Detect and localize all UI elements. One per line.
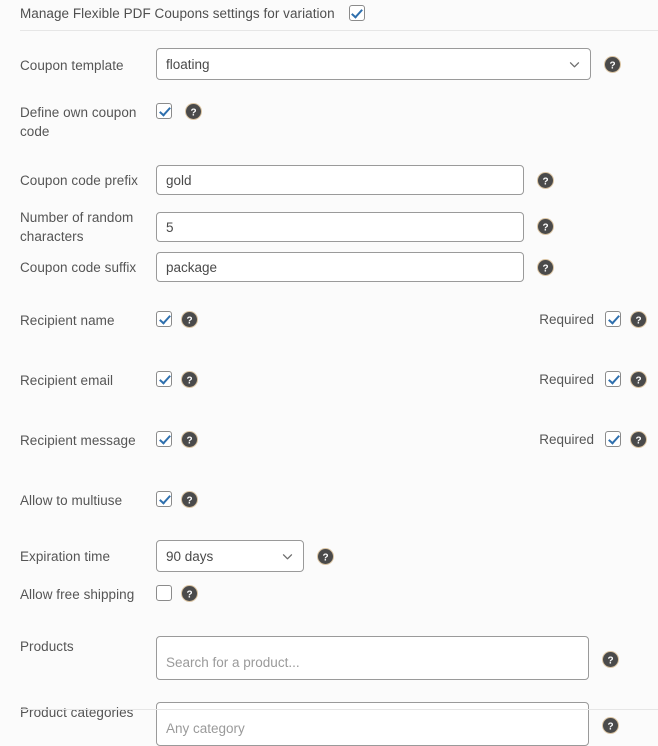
help-icon-number-of-random-characters[interactable]: ? bbox=[538, 219, 553, 234]
row-allow-free-shipping: Allow free shipping ? bbox=[0, 585, 658, 609]
row-coupon-code-prefix: Coupon code prefix ? bbox=[0, 165, 658, 195]
svg-text:?: ? bbox=[635, 375, 641, 386]
label-coupon-code-suffix: Coupon code suffix bbox=[20, 260, 137, 275]
svg-text:?: ? bbox=[322, 552, 328, 563]
svg-text:?: ? bbox=[186, 375, 192, 386]
svg-text:?: ? bbox=[542, 176, 548, 187]
svg-text:?: ? bbox=[186, 495, 192, 506]
variation-coupon-settings-panel: Manage Flexible PDF Coupons settings for… bbox=[0, 0, 658, 746]
label-recipient-name: Recipient name bbox=[20, 313, 115, 328]
allow-to-multiuse-checkbox[interactable] bbox=[156, 491, 172, 507]
row-number-of-random-characters: Number of random characters ? bbox=[0, 206, 658, 246]
help-icon-allow-free-shipping[interactable]: ? bbox=[182, 585, 197, 601]
label-recipient-message: Recipient message bbox=[20, 433, 136, 448]
row-allow-to-multiuse: Allow to multiuse ? bbox=[0, 491, 658, 515]
manage-settings-checkbox[interactable] bbox=[348, 5, 365, 21]
recipient-name-required-checkbox[interactable] bbox=[605, 311, 621, 327]
recipient-email-required-label: Required bbox=[539, 371, 594, 387]
help-icon-recipient-name[interactable]: ? bbox=[182, 311, 197, 327]
label-allow-free-shipping: Allow free shipping bbox=[20, 587, 135, 602]
row-coupon-template: Coupon template floating ? bbox=[0, 48, 658, 80]
coupon-template-select[interactable]: floating bbox=[156, 48, 591, 80]
recipient-email-required-group: Required ? bbox=[539, 371, 646, 387]
help-icon-allow-to-multiuse[interactable]: ? bbox=[182, 491, 197, 507]
label-allow-to-multiuse: Allow to multiuse bbox=[20, 493, 123, 508]
svg-text:?: ? bbox=[190, 107, 196, 118]
manage-settings-row: Manage Flexible PDF Coupons settings for… bbox=[0, 0, 658, 30]
help-icon-recipient-message[interactable]: ? bbox=[182, 431, 197, 447]
recipient-name-checkbox[interactable] bbox=[156, 311, 172, 327]
chevron-down-icon bbox=[281, 550, 294, 563]
svg-text:?: ? bbox=[542, 263, 548, 274]
label-recipient-email: Recipient email bbox=[20, 373, 114, 388]
row-coupon-code-suffix: Coupon code suffix ? bbox=[0, 252, 658, 282]
recipient-message-checkbox[interactable] bbox=[156, 431, 172, 447]
manage-settings-label: Manage Flexible PDF Coupons settings for… bbox=[20, 5, 335, 21]
products-search-input[interactable]: Search for a product... bbox=[156, 636, 589, 680]
footer-divider bbox=[20, 709, 658, 710]
coupon-code-suffix-input[interactable] bbox=[156, 252, 524, 282]
help-icon-coupon-template[interactable]: ? bbox=[605, 56, 620, 72]
row-define-own-coupon-code: Define own coupon code ? bbox=[0, 103, 658, 141]
recipient-message-required-group: Required ? bbox=[539, 431, 646, 447]
settings-rows: Coupon template floating ? Define own co… bbox=[0, 31, 658, 746]
help-icon-coupon-code-prefix[interactable]: ? bbox=[538, 172, 553, 188]
allow-free-shipping-checkbox[interactable] bbox=[156, 585, 172, 601]
svg-text:?: ? bbox=[186, 589, 192, 600]
label-expiration-time: Expiration time bbox=[20, 549, 111, 564]
row-expiration-time: Expiration time 90 days ? bbox=[0, 540, 658, 572]
help-icon-products[interactable]: ? bbox=[603, 652, 618, 667]
row-recipient-name: Recipient name ? Required ? bbox=[0, 311, 658, 335]
label-coupon-template: Coupon template bbox=[20, 58, 124, 73]
recipient-email-required-checkbox[interactable] bbox=[605, 371, 621, 387]
label-products: Products bbox=[20, 639, 74, 654]
help-icon-recipient-name-required[interactable]: ? bbox=[631, 311, 646, 327]
expiration-time-value: 90 days bbox=[166, 548, 214, 564]
svg-text:?: ? bbox=[186, 435, 192, 446]
row-recipient-message: Recipient message ? Required ? bbox=[0, 431, 658, 455]
svg-text:?: ? bbox=[186, 315, 192, 326]
products-placeholder: Search for a product... bbox=[166, 655, 300, 670]
expiration-time-select[interactable]: 90 days bbox=[156, 540, 304, 572]
label-coupon-code-prefix: Coupon code prefix bbox=[20, 173, 138, 188]
help-icon-recipient-email[interactable]: ? bbox=[182, 371, 197, 387]
svg-text:?: ? bbox=[542, 222, 548, 233]
recipient-email-checkbox[interactable] bbox=[156, 371, 172, 387]
row-products: Products Search for a product... ? bbox=[0, 636, 658, 680]
number-of-random-characters-input[interactable] bbox=[156, 212, 524, 242]
recipient-message-required-checkbox[interactable] bbox=[605, 431, 621, 447]
svg-text:?: ? bbox=[607, 655, 613, 666]
coupon-template-value: floating bbox=[166, 56, 210, 72]
label-define-own-coupon-code: Define own coupon code bbox=[20, 105, 137, 139]
help-icon-define-own-coupon-code[interactable]: ? bbox=[186, 103, 201, 119]
recipient-name-required-label: Required bbox=[539, 311, 594, 327]
label-product-categories: Product categories bbox=[20, 705, 134, 720]
recipient-message-required-label: Required bbox=[539, 431, 594, 447]
svg-text:?: ? bbox=[609, 60, 615, 71]
svg-text:?: ? bbox=[635, 435, 641, 446]
help-icon-product-categories[interactable]: ? bbox=[603, 718, 618, 733]
help-icon-recipient-message-required[interactable]: ? bbox=[631, 431, 646, 447]
svg-text:?: ? bbox=[635, 315, 641, 326]
coupon-code-prefix-input[interactable] bbox=[156, 165, 524, 195]
svg-text:?: ? bbox=[607, 721, 613, 732]
help-icon-coupon-code-suffix[interactable]: ? bbox=[538, 259, 553, 275]
help-icon-expiration-time[interactable]: ? bbox=[318, 548, 333, 564]
help-icon-recipient-email-required[interactable]: ? bbox=[631, 371, 646, 387]
row-recipient-email: Recipient email ? Required ? bbox=[0, 371, 658, 395]
recipient-name-required-group: Required ? bbox=[539, 311, 646, 327]
define-own-coupon-code-checkbox[interactable] bbox=[156, 103, 172, 119]
chevron-down-icon bbox=[568, 58, 581, 71]
product-categories-placeholder: Any category bbox=[166, 721, 245, 736]
label-number-of-random-characters: Number of random characters bbox=[20, 210, 134, 244]
